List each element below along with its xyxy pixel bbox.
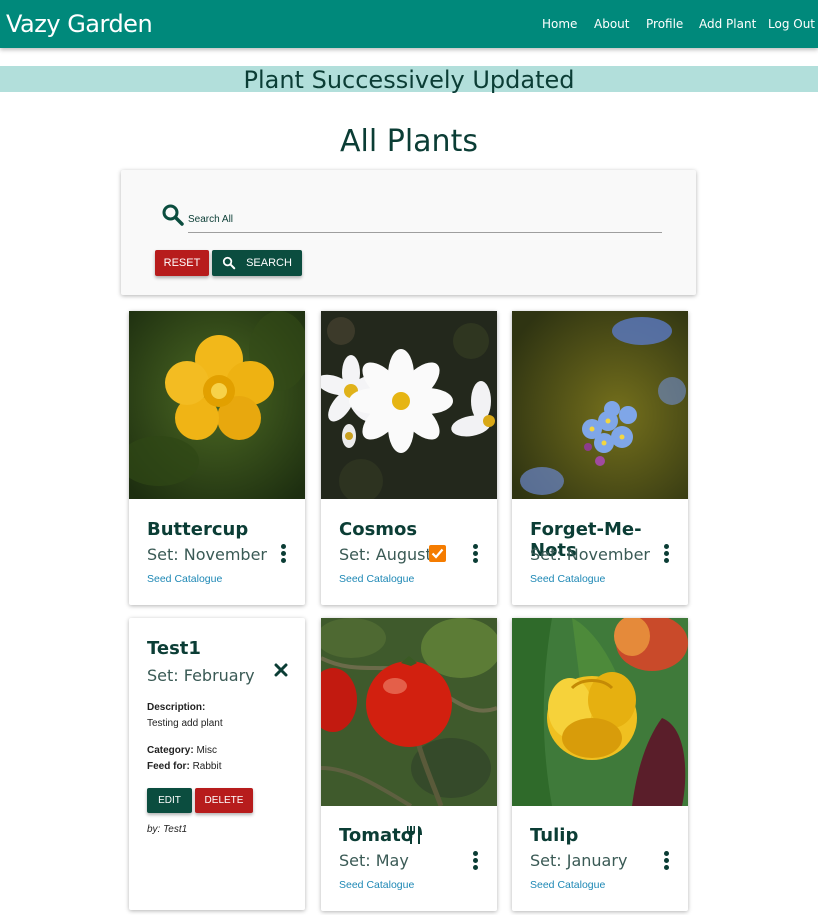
more-vert-icon[interactable] [279, 544, 287, 564]
plant-set-month: Set: November [530, 545, 650, 564]
search-icon [162, 204, 184, 226]
search-button[interactable]: SEARCH [212, 250, 302, 276]
flash-message: Plant Successively Updated [0, 66, 818, 94]
edit-button[interactable]: EDIT [147, 788, 192, 813]
plant-name: Tomato [339, 825, 414, 846]
reset-button[interactable]: RESET [155, 250, 209, 276]
more-vert-icon[interactable] [471, 851, 479, 871]
plant-name: Test1 [147, 638, 201, 659]
brand-logo[interactable]: Vazy Garden [6, 10, 153, 38]
category-row: Category: Misc [147, 745, 218, 756]
plant-name: Tulip [530, 825, 579, 846]
plant-set-month: Set: January [530, 851, 628, 870]
seed-catalogue-link[interactable]: Seed Catalogue [339, 879, 414, 891]
navbar: Vazy Garden Home About Profile Add Plant… [0, 0, 818, 48]
more-vert-icon[interactable] [662, 544, 670, 564]
plant-image-cosmos [321, 311, 497, 499]
description-label: Description: [147, 702, 206, 713]
more-vert-icon[interactable] [662, 851, 670, 871]
nav-link-log-out[interactable]: Log Out [768, 17, 815, 31]
plant-card-tomato: Tomato Set: May Seed Catalogue [321, 618, 497, 911]
search-input[interactable] [188, 207, 662, 233]
plant-set-month: Set: November [147, 545, 267, 564]
plant-set-month: Set: August [339, 545, 432, 564]
search-icon [222, 256, 236, 270]
nav-link-about[interactable]: About [594, 17, 629, 31]
plant-card-cosmos: Cosmos Set: August Seed Catalogue [321, 311, 497, 605]
search-button-label: SEARCH [246, 257, 292, 269]
nav-link-home[interactable]: Home [542, 17, 577, 31]
checkbox-icon [429, 545, 446, 562]
plant-name: Cosmos [339, 519, 418, 540]
delete-button[interactable]: DELETE [195, 788, 253, 813]
seed-catalogue-link[interactable]: Seed Catalogue [339, 573, 414, 585]
seed-catalogue-link[interactable]: Seed Catalogue [147, 573, 222, 585]
seed-catalogue-link[interactable]: Seed Catalogue [530, 879, 605, 891]
plant-card-forget-me-nots: Forget-Me-Nots Set: November Seed Catalo… [512, 311, 688, 605]
plant-set-month: Set: February [147, 666, 255, 685]
more-vert-icon[interactable] [471, 544, 479, 564]
seed-catalogue-link[interactable]: Seed Catalogue [530, 573, 605, 585]
feed-row: Feed for: Rabbit [147, 761, 222, 772]
page-title: All Plants [340, 124, 478, 159]
plant-card-tulip: Tulip Set: January Seed Catalogue [512, 618, 688, 911]
author-label: by: Test1 [147, 824, 188, 835]
plant-image-tulip [512, 618, 688, 806]
fork-knife-icon [407, 826, 422, 844]
nav-link-add-plant[interactable]: Add Plant [699, 17, 756, 31]
description-text: Testing add plant [147, 718, 223, 729]
close-icon[interactable] [274, 663, 288, 677]
plant-card-buttercup: Buttercup Set: November Seed Catalogue [129, 311, 305, 605]
plant-image-buttercup [129, 311, 305, 499]
plant-image-tomato [321, 618, 497, 806]
plant-image-forget-me-nots [512, 311, 688, 499]
plant-set-month: Set: May [339, 851, 409, 870]
plant-card-test1: Test1 Set: February Description: Testing… [129, 618, 305, 910]
search-card: RESET SEARCH [121, 170, 696, 295]
plant-name: Buttercup [147, 519, 249, 540]
nav-link-profile[interactable]: Profile [646, 17, 683, 31]
